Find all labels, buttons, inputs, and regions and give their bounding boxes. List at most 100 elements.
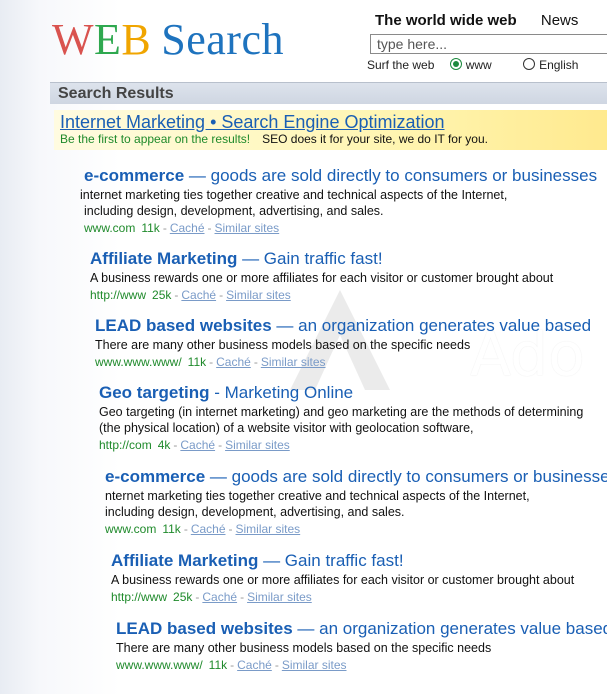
cache-link[interactable]: Caché — [216, 355, 251, 369]
result-title-link[interactable]: e-commerce — goods are sold directly to … — [84, 166, 597, 186]
result-desc-line: (the physical location) of a website vis… — [99, 421, 474, 435]
result-size: 11k — [162, 522, 181, 536]
result-title-link[interactable]: e-commerce — goods are sold directly to … — [105, 467, 607, 487]
logo[interactable]: WEB Search — [52, 14, 284, 65]
ad-tagline: Be the first to appear on the results! — [60, 132, 251, 146]
result-meta: www.www.www/11k - Caché - Similar sites — [95, 355, 326, 369]
result-description: There are many other business models bas… — [116, 640, 607, 656]
result-size: 4k — [157, 438, 171, 452]
result-title-rest: — an organization generates value based — [292, 619, 607, 638]
similar-sites-link[interactable]: Similar sites — [247, 590, 312, 604]
similar-sites-link[interactable]: Similar sites — [226, 288, 291, 302]
logo-letter-b: B — [121, 15, 152, 64]
search-result: Geo targeting - Marketing Online Geo tar… — [99, 383, 583, 452]
ad-description: Be the first to appear on the results! SE… — [60, 132, 488, 146]
radio-www-label: www — [465, 58, 492, 72]
surf-options: Surf the web www English — [367, 58, 578, 72]
search-result: Affiliate Marketing — Gain traffic fast!… — [111, 551, 574, 604]
result-title-strong: Geo targeting — [99, 383, 210, 402]
search-input[interactable]: type here... — [370, 34, 607, 54]
similar-sites-link[interactable]: Similar sites — [236, 522, 301, 536]
result-meta: http://www 25k - Caché - Similar sites — [90, 288, 291, 302]
result-desc-line: There are many other business models bas… — [95, 338, 471, 352]
result-description: internet marketing ties together creativ… — [80, 187, 597, 219]
result-url: http://com — [99, 438, 152, 452]
top-nav: The world wide web News — [375, 12, 578, 29]
result-url: www.com — [105, 522, 157, 536]
radio-english[interactable] — [523, 58, 536, 70]
logo-letter-w: W — [52, 15, 95, 64]
result-size: 25k — [173, 590, 193, 604]
result-description: There are many other business models bas… — [95, 337, 591, 353]
radio-english-label: English — [539, 58, 579, 72]
result-title-rest: — goods are sold directly to consumers o… — [184, 166, 598, 185]
cache-link[interactable]: Caché — [202, 590, 237, 604]
similar-sites-link[interactable]: Similar sites — [261, 355, 326, 369]
result-title-strong: e-commerce — [84, 166, 185, 185]
search-result: e-commerce — goods are sold directly to … — [105, 467, 607, 536]
similar-sites-link[interactable]: Similar sites — [215, 221, 280, 235]
result-title-rest: — goods are sold directly to consumers o… — [205, 467, 607, 486]
search-placeholder: type here... — [377, 36, 448, 52]
result-description: A business rewards one or more affiliate… — [111, 572, 574, 588]
result-desc-line: Geo targeting (in internet marketing) an… — [99, 405, 584, 419]
result-title-link[interactable]: Geo targeting - Marketing Online — [99, 383, 583, 403]
result-meta: www.com 11k - Caché - Similar sites — [84, 221, 280, 235]
result-title-rest: — Gain traffic fast! — [258, 551, 404, 570]
nav-tab-web[interactable]: The world wide web — [375, 12, 517, 29]
result-title-strong: LEAD based websites — [116, 619, 293, 638]
ad-title-link[interactable]: Internet Marketing • Search Engine Optim… — [60, 112, 445, 133]
result-title-strong: Affiliate Marketing — [90, 249, 238, 268]
result-url: www.www.www/ — [116, 658, 203, 672]
result-desc-line: including design, development, advertisi… — [84, 204, 384, 218]
result-title-link[interactable]: LEAD based websites — an organization ge… — [95, 316, 591, 336]
radio-www[interactable] — [449, 58, 462, 70]
result-title-link[interactable]: LEAD based websites — an organization ge… — [116, 619, 607, 639]
cache-link[interactable]: Caché — [237, 658, 272, 672]
result-title-link[interactable]: Affiliate Marketing — Gain traffic fast! — [90, 249, 553, 269]
surf-label: Surf the web — [367, 58, 435, 72]
result-desc-line: internet marketing ties together creativ… — [80, 188, 508, 202]
results-header: Search Results — [50, 82, 607, 104]
result-url: http://www — [111, 590, 168, 604]
result-meta: http://www 25k - Caché - Similar sites — [111, 590, 312, 604]
result-size: 25k — [152, 288, 172, 302]
result-description: Geo targeting (in internet marketing) an… — [99, 404, 583, 436]
search-result: Affiliate Marketing — Gain traffic fast!… — [90, 249, 553, 302]
result-title-link[interactable]: Affiliate Marketing — Gain traffic fast! — [111, 551, 574, 571]
cache-link[interactable]: Caché — [180, 438, 215, 452]
result-size: 11k — [208, 658, 228, 672]
result-url: www.www.www/ — [95, 355, 182, 369]
result-title-strong: LEAD based websites — [95, 316, 272, 335]
cache-link[interactable]: Caché — [170, 221, 205, 235]
result-desc-line: including design, development, advertisi… — [105, 505, 405, 519]
sponsored-ad: Internet Marketing • Search Engine Optim… — [54, 110, 607, 150]
result-url: www.com — [84, 221, 136, 235]
search-result: e-commerce — goods are sold directly to … — [80, 166, 597, 235]
ad-text: SEO does it for your site, we do IT for … — [262, 132, 488, 146]
search-result: LEAD based websites — an organization ge… — [116, 619, 607, 672]
result-title-strong: Affiliate Marketing — [111, 551, 259, 570]
result-title-rest: - Marketing Online — [209, 383, 354, 402]
similar-sites-link[interactable]: Similar sites — [225, 438, 290, 452]
result-title-rest: — an organization generates value based — [271, 316, 592, 335]
search-result: LEAD based websites — an organization ge… — [95, 316, 591, 369]
result-meta: http://com 4k - Caché - Similar sites — [99, 438, 290, 452]
result-desc-line: There are many other business models bas… — [116, 641, 492, 655]
result-desc-line: nternet marketing ties together creative… — [105, 489, 530, 503]
nav-tab-news[interactable]: News — [541, 12, 579, 29]
result-meta: www.www.www/11k - Caché - Similar sites — [116, 658, 347, 672]
result-description: nternet marketing ties together creative… — [105, 488, 607, 520]
logo-word-search: Search — [161, 15, 284, 64]
result-url: http://www — [90, 288, 147, 302]
result-desc-line: A business rewards one or more affiliate… — [90, 271, 554, 285]
logo-letter-e: E — [94, 15, 122, 64]
result-size: 11k — [187, 355, 207, 369]
cache-link[interactable]: Caché — [181, 288, 216, 302]
cache-link[interactable]: Caché — [191, 522, 226, 536]
result-description: A business rewards one or more affiliate… — [90, 270, 553, 286]
result-title-rest: — Gain traffic fast! — [237, 249, 383, 268]
page: WEB Search The world wide web News type h… — [0, 0, 607, 694]
result-desc-line: A business rewards one or more affiliate… — [111, 573, 575, 587]
similar-sites-link[interactable]: Similar sites — [282, 658, 347, 672]
